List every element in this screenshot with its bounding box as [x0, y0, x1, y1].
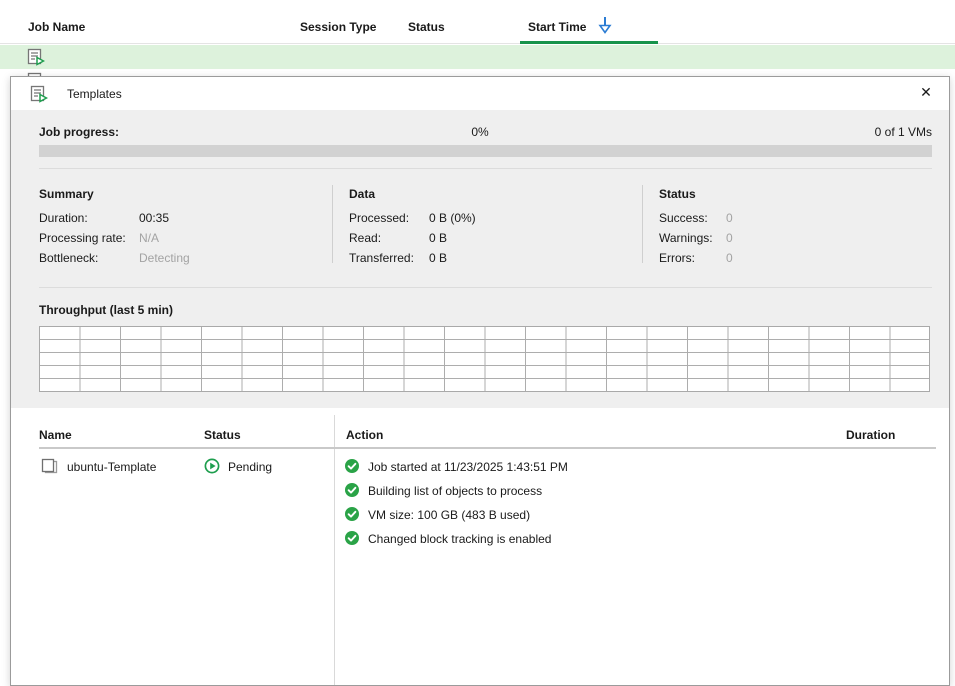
- job-progress-percent: 0%: [11, 125, 949, 139]
- job-progress-dialog: Templates ✕ Job progress: 0% 0 of 1 VMs …: [10, 76, 950, 686]
- vm-icon: [41, 458, 58, 478]
- status-success-value: 0: [726, 211, 733, 225]
- summary-bottleneck-label: Bottleneck:: [39, 251, 98, 265]
- check-circle-icon: [344, 530, 360, 549]
- data-read-label: Read:: [349, 231, 381, 245]
- status-warnings-label: Warnings:: [659, 231, 713, 245]
- check-circle-icon: [344, 482, 360, 501]
- dialog-titlebar[interactable]: Templates ✕: [11, 77, 949, 110]
- data-heading: Data: [349, 187, 375, 201]
- veeam-job-session-screen: Job Name Session Type Status Start Time …: [0, 0, 955, 686]
- status-errors-label: Errors:: [659, 251, 695, 265]
- throughput-chart-grid: [39, 326, 930, 392]
- summary-bottleneck-value: Detecting: [139, 251, 190, 265]
- col-header-status[interactable]: Status: [408, 20, 445, 34]
- sort-descending-icon[interactable]: [596, 15, 614, 38]
- close-icon[interactable]: ✕: [915, 82, 937, 104]
- throughput-heading: Throughput (last 5 min): [39, 303, 173, 317]
- vm-name[interactable]: ubuntu-Template: [67, 460, 156, 474]
- sorted-column-indicator: [520, 41, 658, 44]
- vm-table-header-underline: [39, 447, 936, 449]
- vm-list-panel: [11, 408, 949, 685]
- data-transferred-value: 0 B: [429, 251, 447, 265]
- col-header-start-time[interactable]: Start Time: [528, 20, 586, 34]
- header-divider: [0, 43, 955, 44]
- status-heading: Status: [659, 187, 696, 201]
- dialog-title: Templates: [67, 87, 122, 101]
- divider: [39, 168, 932, 169]
- data-read-value: 0 B: [429, 231, 447, 245]
- status-errors-value: 0: [726, 251, 733, 265]
- data-processed-value: 0 B (0%): [429, 211, 476, 225]
- summary-duration-label: Duration:: [39, 211, 88, 225]
- vm-table-column-divider: [334, 415, 335, 685]
- summary-processing-rate-label: Processing rate:: [39, 231, 126, 245]
- summary-duration-value: 00:35: [139, 211, 169, 225]
- action-log-entry: Changed block tracking is enabled: [368, 532, 551, 546]
- data-processed-label: Processed:: [349, 211, 409, 225]
- status-warnings-value: 0: [726, 231, 733, 245]
- col-header-job-name[interactable]: Job Name: [28, 20, 85, 34]
- action-log-entry: VM size: 100 GB (483 B used): [368, 508, 530, 522]
- backup-job-icon: [27, 48, 45, 69]
- vm-col-header-name[interactable]: Name: [39, 428, 72, 442]
- check-circle-icon: [344, 506, 360, 525]
- pending-status-icon: [204, 458, 220, 477]
- col-header-session-type[interactable]: Session Type: [300, 20, 376, 34]
- section-divider: [332, 185, 333, 263]
- divider: [39, 287, 932, 288]
- vm-col-header-action[interactable]: Action: [346, 428, 383, 442]
- job-progress-vm-count: 0 of 1 VMs: [875, 125, 932, 139]
- action-log-entry: Job started at 11/23/2025 1:43:51 PM: [368, 460, 568, 474]
- summary-processing-rate-value: N/A: [139, 231, 159, 245]
- vm-col-header-status[interactable]: Status: [204, 428, 241, 442]
- progress-bar: [39, 145, 932, 157]
- section-divider: [642, 185, 643, 263]
- vm-status: Pending: [228, 460, 272, 474]
- data-transferred-label: Transferred:: [349, 251, 414, 265]
- backup-job-icon: [30, 85, 48, 106]
- summary-heading: Summary: [39, 187, 94, 201]
- vm-col-header-duration[interactable]: Duration: [846, 428, 895, 442]
- action-log-entry: Building list of objects to process: [368, 484, 542, 498]
- status-success-label: Success:: [659, 211, 708, 225]
- check-circle-icon: [344, 458, 360, 477]
- session-row-templates[interactable]: Templates Backup 0% completed 23/11/2025…: [0, 45, 955, 69]
